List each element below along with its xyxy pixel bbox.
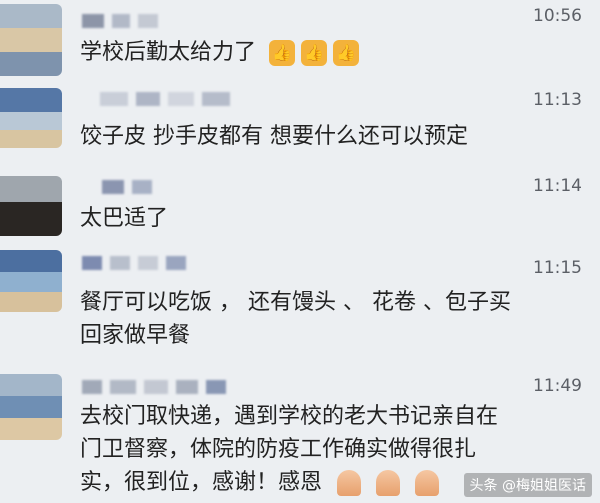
message-text: 太巴适了 [80, 206, 169, 231]
message-text: 去校门取快递，遇到学校的老大书记亲自在 门卫督察，体院的防疫工作确实做得很扎 实… [80, 404, 499, 496]
message-text: 饺子皮 抄手皮都有 想要什么还可以预定 [80, 124, 468, 149]
message-time: 11:13 [533, 90, 582, 110]
avatar[interactable] [0, 88, 62, 148]
sender-name [82, 256, 186, 270]
avatar[interactable] [0, 250, 62, 312]
sender-name [102, 180, 152, 194]
avatar[interactable] [0, 4, 62, 76]
message-text: 学校后勤太给力了 👍 👍 👍 [80, 36, 360, 69]
thumbs-up-icon: 👍 [301, 40, 328, 66]
folded-hands-icon [337, 470, 362, 496]
folded-hands-icon [376, 470, 401, 496]
chat-message: 11:15 餐厅可以吃饭 ， 还有馒头 、 花卷 、包子买 回家做早餐 [0, 246, 600, 356]
watermark: 头条 @梅姐姐医话 [463, 473, 592, 497]
sender-name [82, 380, 226, 394]
sender-name [100, 92, 230, 106]
emoji-row: 👍 👍 👍 [269, 40, 360, 66]
message-time: 11:15 [533, 258, 582, 278]
message-time: 11:49 [533, 376, 582, 396]
chat-message: 11:14 太巴适了 [0, 172, 600, 242]
avatar[interactable] [0, 374, 62, 440]
chat-message: 11:13 饺子皮 抄手皮都有 想要什么还可以预定 [0, 88, 600, 176]
avatar[interactable] [0, 176, 62, 236]
folded-hands-icon [415, 470, 440, 496]
thumbs-up-icon: 👍 [333, 40, 360, 66]
message-text: 餐厅可以吃饭 ， 还有馒头 、 花卷 、包子买 回家做早餐 [80, 290, 511, 348]
sender-name [82, 14, 158, 28]
thumbs-up-icon: 👍 [269, 40, 296, 66]
message-time: 10:56 [533, 6, 582, 26]
message-time: 11:14 [533, 176, 582, 196]
chat-message: 10:56 学校后勤太给力了 👍 👍 👍 [0, 0, 600, 90]
